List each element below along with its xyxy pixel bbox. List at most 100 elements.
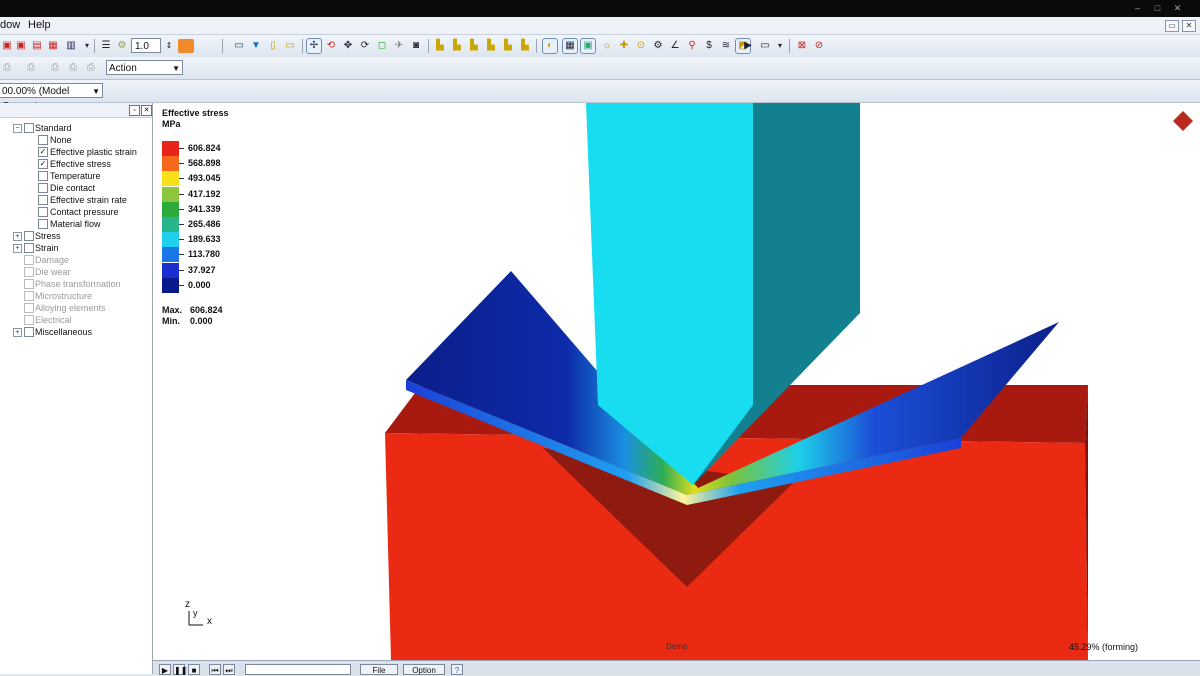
tree-item[interactable]: Effective strain rate — [38, 194, 150, 206]
tree-item[interactable]: None — [38, 134, 150, 146]
tree-checkbox[interactable] — [24, 267, 34, 277]
step-icon[interactable]: ⚙ — [115, 39, 129, 53]
simulation-viewport[interactable]: Effective stress MPa 606.824 568.898 493.0… — [153, 103, 1200, 660]
view-3-icon[interactable]: ▙ — [467, 39, 481, 53]
zoom-input[interactable]: 1.0 — [131, 38, 161, 53]
print-icon[interactable]: ▦ — [46, 39, 60, 53]
cross-icon[interactable]: ✚ — [617, 39, 631, 53]
tree-checkbox[interactable] — [24, 243, 34, 253]
color-icon[interactable] — [178, 39, 194, 53]
tree-item[interactable]: Die contact — [38, 182, 150, 194]
tree-checkbox[interactable] — [38, 171, 48, 181]
tree-group[interactable]: +Microstructure — [13, 290, 149, 302]
list-icon[interactable]: ☰ — [99, 39, 113, 53]
tree-group[interactable]: + Strain — [13, 242, 149, 254]
point-icon[interactable]: ⊙ — [634, 39, 648, 53]
rotate-icon[interactable]: ⟲ — [324, 39, 338, 53]
collapse-icon[interactable]: − — [13, 124, 22, 133]
frame-slider[interactable] — [245, 664, 351, 675]
tree-group[interactable]: +Alloying elements — [13, 302, 149, 314]
tree-item[interactable]: ✓ Effective stress — [38, 158, 150, 170]
tree-group[interactable]: +Phase transformation — [13, 278, 149, 290]
compare-icon[interactable]: ⊠ — [795, 39, 809, 53]
nav-5-icon[interactable]: ⎙ — [84, 61, 98, 75]
dropdown-arrow-icon[interactable]: ▾ — [773, 39, 787, 53]
export-icon[interactable]: ▤ — [30, 39, 44, 53]
nav-3-icon[interactable]: ⎙ — [48, 61, 62, 75]
tree-checkbox[interactable] — [24, 255, 34, 265]
tree-checkbox[interactable] — [38, 195, 48, 205]
nav-1-icon[interactable]: ⎙ — [0, 61, 14, 75]
window-icon[interactable]: ▭ — [758, 39, 772, 53]
help-icon[interactable]: ? — [451, 664, 463, 675]
maximize-icon[interactable]: □ — [1152, 3, 1163, 13]
gear-icon[interactable]: ⚙ — [651, 39, 665, 53]
play-icon[interactable]: ▶ — [741, 39, 755, 53]
view-4-icon[interactable]: ▙ — [484, 39, 498, 53]
tree-checkbox[interactable] — [38, 183, 48, 193]
tree-checkbox[interactable]: ✓ — [38, 147, 48, 157]
view-6-icon[interactable]: ▙ — [518, 39, 532, 53]
tree-checkbox[interactable] — [38, 219, 48, 229]
menu-help[interactable]: Help — [28, 19, 51, 31]
tree-item[interactable]: Material flow — [38, 218, 150, 230]
view-1-icon[interactable]: ▙ — [433, 39, 447, 53]
contour-icon[interactable]: ≋ — [719, 39, 733, 53]
view-2-icon[interactable]: ▙ — [450, 39, 464, 53]
dollar-icon[interactable]: $ — [702, 39, 716, 53]
dropdown-arrow-icon[interactable]: ▾ — [80, 39, 94, 53]
nav-4-icon[interactable]: ⎙ — [66, 61, 80, 75]
tree-checkbox[interactable] — [24, 279, 34, 289]
bar-chart-icon[interactable]: ▥ — [64, 39, 78, 53]
open-icon[interactable]: ▣ — [0, 39, 14, 53]
tree-root-standard[interactable]: − Standard — [13, 122, 149, 134]
tree-item[interactable]: ✓ Effective plastic strain — [38, 146, 150, 158]
tree-checkbox[interactable] — [24, 315, 34, 325]
image-icon[interactable]: ▭ — [232, 39, 246, 53]
camera-icon[interactable]: ◙ — [409, 39, 423, 53]
tree-checkbox[interactable] — [24, 327, 34, 337]
view-5-icon[interactable]: ▙ — [501, 39, 515, 53]
first-frame-icon[interactable]: ⏮ — [209, 664, 221, 675]
play-icon[interactable]: ▶ — [159, 664, 171, 675]
probe-icon[interactable]: ✈ — [392, 39, 406, 53]
expand-icon[interactable]: + — [13, 244, 22, 253]
action-combo[interactable]: Action ▼ — [106, 60, 183, 75]
tree-checkbox[interactable] — [24, 291, 34, 301]
doc-restore-icon[interactable]: ▭ — [1165, 20, 1179, 32]
tree-group[interactable]: +Die wear — [13, 266, 149, 278]
expand-icon[interactable]: + — [13, 328, 22, 337]
spin-icon[interactable]: ⇕ — [162, 39, 176, 53]
measure-icon[interactable]: ∠ — [668, 39, 682, 53]
mesh-icon[interactable]: ▣ — [580, 38, 596, 54]
model-combo[interactable]: 00.00% (Model Generate ▼ — [0, 83, 103, 112]
tree-group[interactable]: +Electrical — [13, 314, 149, 326]
panel-float-icon[interactable]: ▫ — [129, 105, 140, 116]
pin-icon[interactable]: ⚲ — [685, 39, 699, 53]
refresh-icon[interactable]: ⟳ — [358, 39, 372, 53]
close-icon[interactable]: ✕ — [1172, 3, 1183, 13]
file-button[interactable]: File — [360, 664, 398, 675]
panel-close-icon[interactable]: ✕ — [141, 105, 152, 116]
move-icon[interactable]: ✥ — [341, 39, 355, 53]
delete-icon[interactable]: ⊘ — [812, 39, 826, 53]
select-icon[interactable]: ◻ — [375, 39, 389, 53]
tree-group[interactable]: +Damage — [13, 254, 149, 266]
folder-icon[interactable]: ▭ — [283, 39, 297, 53]
pick-icon[interactable]: ✢ — [306, 38, 322, 54]
save-icon[interactable]: ▣ — [14, 39, 28, 53]
tree-group[interactable]: + Stress — [13, 230, 149, 242]
tree-checkbox[interactable] — [38, 135, 48, 145]
menu-window[interactable]: dow — [0, 19, 20, 31]
grid-icon[interactable]: ▦ — [562, 38, 578, 54]
sun-icon[interactable]: ☼ — [600, 39, 614, 53]
page-icon[interactable]: ▯ — [266, 39, 280, 53]
option-button[interactable]: Option — [403, 664, 445, 675]
tree-checkbox[interactable]: ✓ — [38, 159, 48, 169]
minimize-icon[interactable]: – — [1132, 3, 1143, 13]
last-frame-icon[interactable]: ⏭ — [223, 664, 235, 675]
doc-close-icon[interactable]: ✕ — [1182, 20, 1196, 32]
light-icon[interactable]: ◐ — [542, 38, 558, 54]
tree-item[interactable]: Temperature — [38, 170, 150, 182]
stop-icon[interactable]: ■ — [188, 664, 200, 675]
